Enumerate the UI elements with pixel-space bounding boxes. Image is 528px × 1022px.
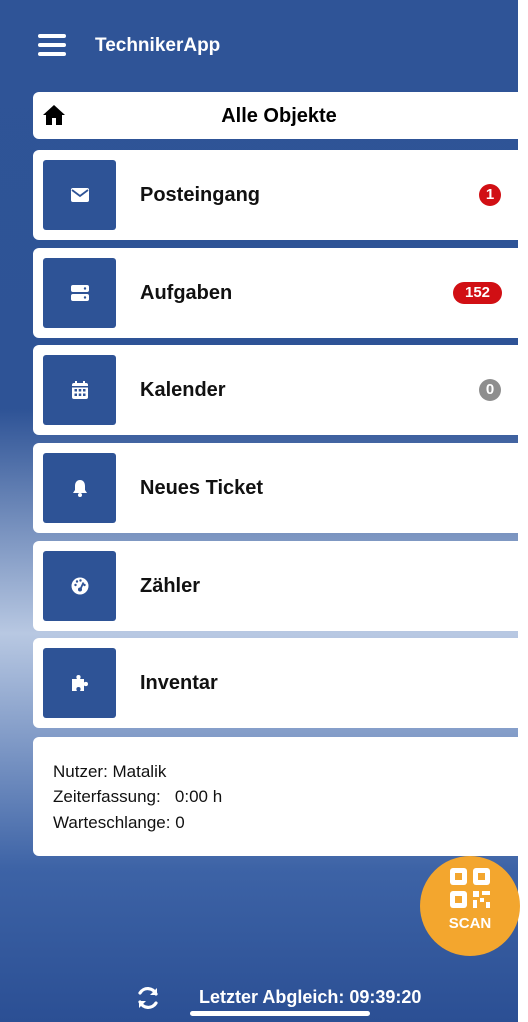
unread-badge: 1	[479, 184, 501, 206]
menu-item-label: Kalender	[140, 379, 226, 401]
home-indicator	[190, 1011, 370, 1016]
objects-title: Alle Objekte	[221, 105, 337, 127]
menu-item-label: Inventar	[140, 672, 218, 694]
hamburger-menu-icon[interactable]	[38, 34, 66, 56]
menu-item-tile	[43, 258, 116, 328]
task-count-badge: 152	[453, 282, 502, 304]
queue-count: Warteschlange: 0	[53, 813, 185, 832]
tasks-icon	[70, 285, 89, 301]
calendar-icon	[71, 381, 88, 399]
menu-item-zaehler[interactable]: Zähler	[33, 541, 518, 631]
gauge-icon	[71, 577, 88, 595]
user-info-panel: Nutzer: Matalik Zeiterfassung: 0:00 h Wa…	[33, 737, 518, 856]
menu-item-tile	[43, 160, 116, 230]
time-tracking: Zeiterfassung: 0:00 h	[53, 787, 223, 806]
scan-button[interactable]: SCAN	[420, 856, 520, 956]
user-name: Nutzer: Matalik	[53, 762, 167, 781]
menu-item-tile	[43, 355, 116, 425]
menu-item-posteingang[interactable]: Posteingang 1	[33, 150, 518, 240]
puzzle-icon	[71, 675, 88, 691]
menu-item-aufgaben[interactable]: Aufgaben 152	[33, 248, 518, 338]
scan-label: SCAN	[448, 915, 492, 932]
menu-item-tile	[43, 648, 116, 718]
bell-icon	[72, 480, 87, 497]
envelope-icon	[70, 188, 89, 202]
event-count-badge: 0	[479, 379, 501, 401]
menu-item-label: Zähler	[140, 575, 201, 597]
menu-item-label: Aufgaben	[140, 282, 233, 304]
menu-item-tile	[43, 453, 116, 523]
screen-edge	[518, 0, 528, 1022]
menu-item-label: Neues Ticket	[140, 477, 264, 499]
app-title: TechnikerApp	[95, 35, 221, 56]
menu-item-label: Posteingang	[140, 184, 261, 206]
last-sync-time: Letzter Abgleich: 09:39:20	[199, 987, 422, 1007]
menu-item-neues-ticket[interactable]: Neues Ticket	[33, 443, 518, 533]
menu-item-kalender[interactable]: Kalender 0	[33, 345, 518, 435]
top-bar: TechnikerApp	[0, 0, 518, 90]
menu-item-tile	[43, 551, 116, 621]
qr-code-icon	[450, 868, 490, 908]
menu-item-inventar[interactable]: Inventar	[33, 638, 518, 728]
objects-selector[interactable]: Alle Objekte	[33, 92, 518, 139]
sync-icon[interactable]	[135, 985, 161, 1011]
